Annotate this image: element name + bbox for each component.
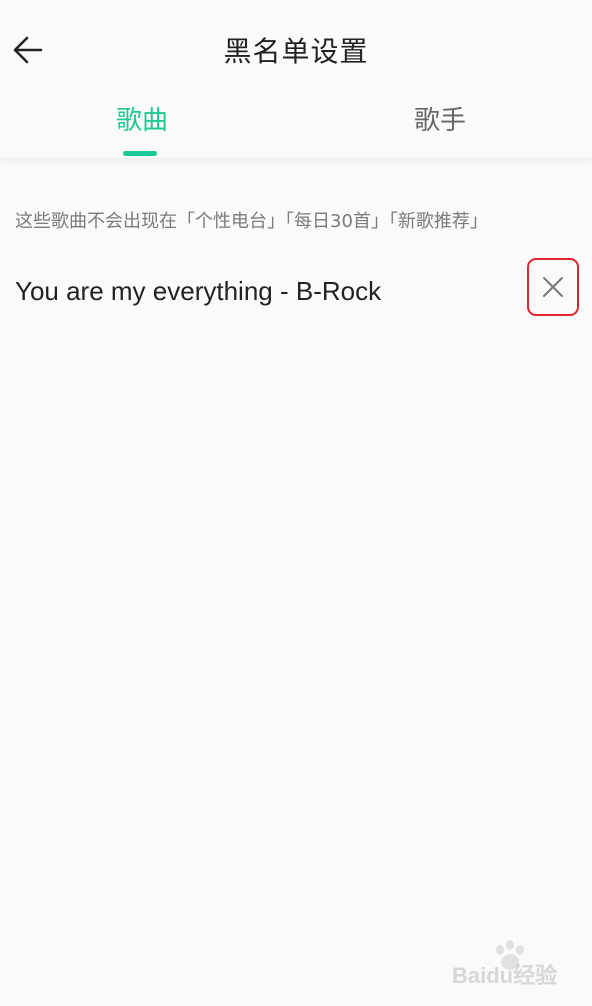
tab-singers[interactable]: 歌手 — [292, 100, 588, 137]
active-tab-indicator — [123, 151, 157, 156]
close-icon — [543, 277, 563, 297]
blacklist-hint-text: 这些歌曲不会出现在「个性电台」「每日30首」「新歌推荐」 — [15, 211, 488, 232]
paw-logo-icon — [496, 940, 524, 970]
remove-song-button[interactable] — [527, 258, 579, 316]
tab-songs[interactable]: 歌曲 — [0, 100, 290, 137]
watermark: Baidu经验 — [452, 940, 572, 990]
page-title: 黑名单设置 — [223, 35, 369, 68]
blacklist-settings-screen: 黑名单设置 歌曲 歌手 这些歌曲不会出现在「个性电台」「每日30首」「新歌推荐」… — [0, 0, 592, 1006]
tab-bar: 歌曲 歌手 — [0, 100, 592, 158]
list-item: You are my everything - B-Rock — [0, 256, 592, 326]
song-title: You are my everything - B-Rock — [15, 276, 382, 306]
top-bar: 黑名单设置 歌曲 歌手 — [0, 0, 592, 158]
